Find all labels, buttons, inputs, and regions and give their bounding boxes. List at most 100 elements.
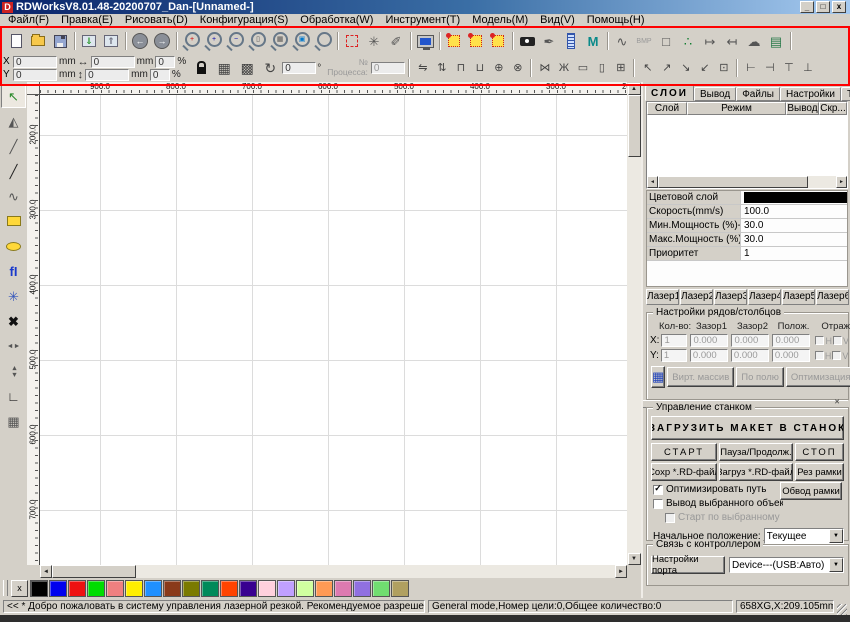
palette-color-swatch[interactable] (144, 580, 162, 597)
menu-item[interactable]: Конфигурация(S) (194, 14, 294, 27)
palette-color-swatch[interactable] (239, 580, 257, 597)
tab-test[interactable]: Тест (841, 87, 850, 101)
tab-output[interactable]: Вывод (694, 87, 736, 101)
same-size-icon[interactable]: ⊕ (490, 57, 508, 79)
mirror-v-checkbox[interactable] (832, 351, 841, 360)
same-all-icon[interactable]: ⊗ (509, 57, 527, 79)
x-position-field[interactable]: 0 (13, 56, 57, 68)
property-value[interactable]: 30.0 (741, 219, 847, 232)
chevron-down-icon[interactable]: ▼ (829, 558, 843, 572)
menu-item[interactable]: Модель(M) (466, 14, 534, 27)
mirror-x-icon[interactable]: ⇋ (414, 57, 432, 79)
line-tool[interactable]: ╱ (1, 134, 26, 158)
min-width-icon[interactable]: ↦ (699, 29, 721, 53)
array-y-field[interactable]: 0.000 (772, 349, 810, 362)
palette-color-swatch[interactable] (49, 580, 67, 597)
array-y-field[interactable]: 0.000 (690, 349, 728, 362)
palette-color-swatch[interactable] (87, 580, 105, 597)
start-button[interactable]: СТАРТ (651, 443, 717, 461)
palette-color-swatch[interactable] (391, 580, 409, 597)
optimize-path-checkbox[interactable]: ✓ (653, 485, 663, 495)
layer-table-header[interactable]: Скр... (819, 102, 847, 115)
property-value[interactable]: 100.0 (741, 205, 847, 218)
scroll-left-icon[interactable]: ◄ (40, 565, 52, 578)
close-button[interactable]: x (832, 1, 846, 13)
mirror-h-tool[interactable]: ◄► (1, 334, 26, 358)
palette-grip[interactable] (3, 580, 8, 596)
laser-tab[interactable]: Лазер2 (680, 289, 713, 305)
output-selected-checkbox[interactable] (653, 499, 663, 509)
menu-item[interactable]: Файл(F) (2, 14, 55, 27)
load-to-machine-button[interactable]: = ЗАГРУЗИТЬ МАКЕТ В СТАНОК = (651, 416, 844, 440)
curve-icon[interactable]: ∿ (611, 29, 633, 53)
zoom-all-icon[interactable]: ▦ (268, 29, 290, 53)
menu-item[interactable]: Помощь(H) (581, 14, 651, 27)
array-copy-icon[interactable] (465, 29, 487, 53)
new-file-icon[interactable] (5, 29, 27, 53)
rect-outline-icon[interactable]: □ (655, 29, 677, 53)
palette-color-swatch[interactable] (353, 580, 371, 597)
offset-tool[interactable]: ∟ (1, 384, 26, 408)
layer-table-header[interactable]: Режим (687, 102, 786, 115)
center-v-icon[interactable]: Ж (555, 57, 573, 79)
palette-color-swatch[interactable] (201, 580, 219, 597)
align-bottom-icon[interactable]: ⊥ (799, 57, 817, 79)
zoom-out-icon[interactable]: − (224, 29, 246, 53)
laser-tab[interactable]: Лазер1 (646, 289, 679, 305)
layer-table-header[interactable]: Вывод (786, 102, 819, 115)
property-value[interactable]: 30.0 (741, 233, 847, 246)
stop-button[interactable]: СТОП (795, 443, 844, 461)
process-number-field[interactable]: 0 (371, 62, 405, 74)
scroll-up-icon[interactable]: ▲ (628, 83, 641, 95)
zoom-in-icon[interactable]: + (202, 29, 224, 53)
load-rd-button[interactable]: Загруз *.RD-файл (719, 463, 793, 481)
rotate-icon[interactable]: ↻ (259, 57, 281, 79)
tab-settings[interactable]: Настройки (780, 87, 841, 101)
menu-item[interactable]: Рисовать(D) (119, 14, 194, 27)
align-left-icon[interactable]: ⊢ (742, 57, 760, 79)
property-value[interactable]: 1 (741, 247, 847, 260)
next-view-icon[interactable]: → (151, 29, 173, 53)
rotate-angle-field[interactable]: 0 (282, 62, 316, 74)
height-field[interactable]: 0 (85, 69, 129, 81)
menu-item[interactable]: Обработка(W) (294, 14, 379, 27)
mirror-y-icon[interactable]: ⇅ (433, 57, 451, 79)
palette-color-swatch[interactable] (125, 580, 143, 597)
laser-tab[interactable]: Лазер6 (816, 289, 849, 305)
layer-table-header[interactable]: Слой (647, 102, 687, 115)
text-tool[interactable]: fI (1, 259, 26, 283)
y-position-field[interactable]: 0 (13, 69, 57, 81)
height-percent-field[interactable]: 0 (150, 69, 170, 81)
palette-color-swatch[interactable] (296, 580, 314, 597)
close-panel-icon[interactable]: ✕ (834, 399, 840, 407)
palette-color-swatch[interactable] (106, 580, 124, 597)
array-tool[interactable]: ▦ (1, 409, 26, 433)
ruler-icon[interactable] (560, 29, 582, 53)
select-frame-icon[interactable] (341, 29, 363, 53)
fill-field-button[interactable]: По полю (736, 367, 784, 387)
menu-item[interactable]: Правка(E) (55, 14, 119, 27)
width-percent-field[interactable]: 0 (155, 56, 175, 68)
chevron-down-icon[interactable]: ▼ (829, 529, 843, 543)
zoom-page-icon[interactable]: ▯ (246, 29, 268, 53)
same-height-icon[interactable]: ⊔ (471, 57, 489, 79)
pause-button[interactable]: Пауза/Продолж. (719, 443, 793, 461)
align-top-right-icon[interactable]: ↗ (658, 57, 676, 79)
tab-files[interactable]: Файлы (736, 87, 780, 101)
frame-outline-button[interactable]: Обвод рамки (780, 482, 842, 500)
menu-item[interactable]: Инструмент(T) (379, 14, 466, 27)
array-x-field[interactable]: 0.000 (731, 334, 769, 347)
zoom-frame-icon[interactable]: ▣ (290, 29, 312, 53)
array-y-field[interactable]: 1 (661, 349, 687, 362)
zoom-view-icon[interactable] (312, 29, 334, 53)
horizontal-scroll-thumb[interactable] (52, 565, 136, 578)
array-output-icon[interactable] (443, 29, 465, 53)
polyline-tool[interactable]: ╱ (1, 159, 26, 183)
menu-item[interactable]: Вид(V) (534, 14, 581, 27)
node-graph-icon[interactable]: ∴ (677, 29, 699, 53)
mirror-v-checkbox[interactable] (833, 336, 842, 345)
scroll-right-icon[interactable]: ► (615, 565, 627, 578)
align-bottom-left-icon[interactable]: ↙ (696, 57, 714, 79)
save-file-icon[interactable] (49, 29, 71, 53)
prev-view-icon[interactable]: ← (129, 29, 151, 53)
